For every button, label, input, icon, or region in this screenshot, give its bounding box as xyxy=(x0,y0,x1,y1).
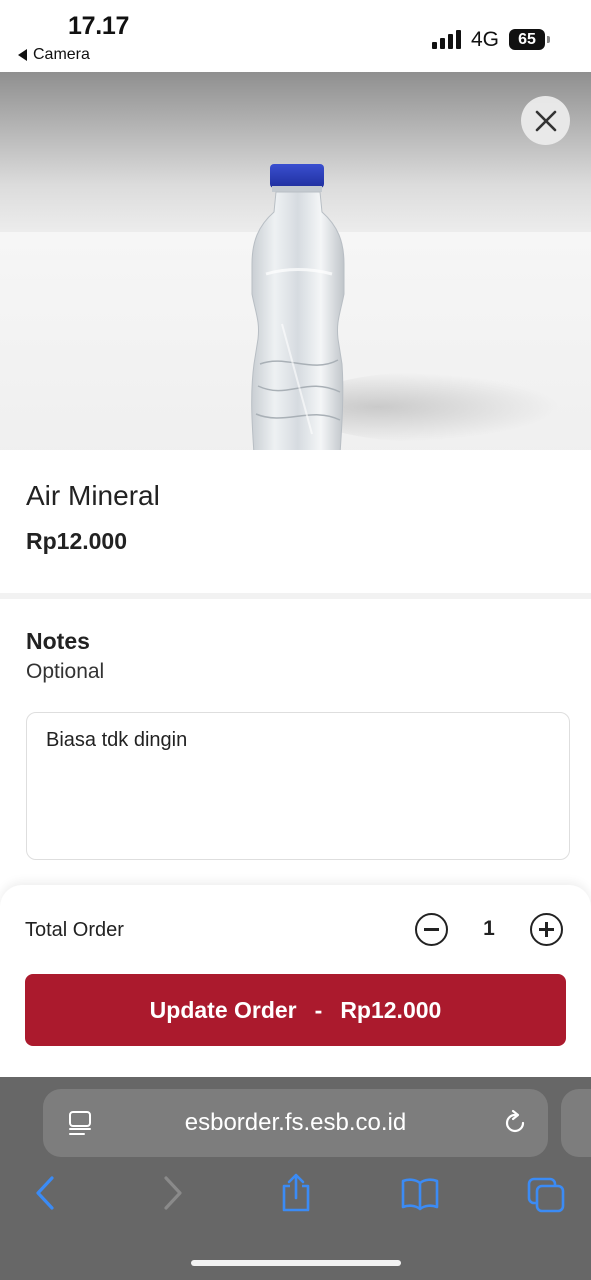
increase-quantity-button[interactable] xyxy=(530,913,563,946)
back-app-label: Camera xyxy=(33,46,90,63)
reload-icon[interactable] xyxy=(501,1109,529,1137)
update-order-price: Rp12.000 xyxy=(340,996,442,1023)
home-indicator xyxy=(191,1260,401,1266)
next-tab-preview[interactable] xyxy=(561,1089,591,1157)
browser-chrome: esborder.fs.esb.co.id xyxy=(0,1077,591,1280)
notes-optional-label: Optional xyxy=(26,660,105,683)
battery-indicator: 65 xyxy=(509,29,550,50)
back-to-app-link[interactable]: Camera xyxy=(18,46,90,64)
close-button[interactable] xyxy=(521,96,570,145)
url-text: esborder.fs.esb.co.id xyxy=(184,1109,407,1136)
chevron-left-icon[interactable] xyxy=(32,1174,58,1212)
total-order-label: Total Order xyxy=(25,919,124,941)
product-image xyxy=(0,72,591,450)
water-bottle-image xyxy=(251,164,345,450)
back-arrow-icon xyxy=(18,49,27,61)
notes-title: Notes xyxy=(26,628,90,654)
battery-level: 65 xyxy=(518,30,536,48)
product-price: Rp12.000 xyxy=(26,528,128,554)
update-order-label: Update Order xyxy=(149,996,297,1023)
status-bar: 17.17 Camera 4G 65 xyxy=(0,0,591,72)
close-icon xyxy=(535,110,556,131)
tabs-icon[interactable] xyxy=(527,1177,565,1213)
share-icon[interactable] xyxy=(279,1172,313,1214)
address-bar[interactable]: esborder.fs.esb.co.id xyxy=(43,1089,548,1157)
notes-textarea[interactable]: Biasa tdk dingin xyxy=(26,712,570,860)
quantity-value: 1 xyxy=(483,917,495,940)
network-type: 4G xyxy=(471,28,500,51)
book-icon[interactable] xyxy=(400,1177,440,1211)
status-time: 17.17 xyxy=(68,12,130,40)
order-bottom-sheet: Total Order 1 Update Order - Rp12.000 xyxy=(0,885,591,1077)
product-info-card: Air Mineral Rp12.000 xyxy=(0,450,591,593)
button-separator: - xyxy=(314,996,323,1023)
update-order-button[interactable]: Update Order - Rp12.000 xyxy=(25,974,566,1046)
minus-circle-icon xyxy=(424,928,439,931)
section-divider xyxy=(0,593,591,599)
signal-icon xyxy=(432,29,461,49)
chevron-right-icon[interactable] xyxy=(160,1174,186,1212)
decrease-quantity-button[interactable] xyxy=(415,913,448,946)
product-name: Air Mineral xyxy=(26,480,160,511)
